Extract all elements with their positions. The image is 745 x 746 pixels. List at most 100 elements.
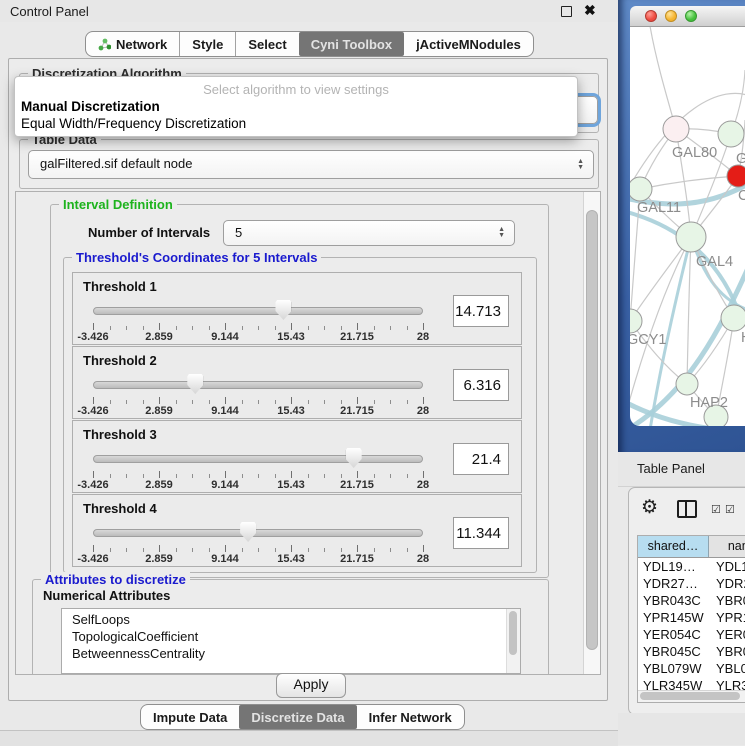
cell-name[interactable]: YBR0 xyxy=(709,592,745,609)
numerical-attributes-list[interactable]: SelfLoopsTopologicalCoefficientBetweenne… xyxy=(61,608,521,674)
table-hscrollbar-thumb[interactable] xyxy=(640,692,740,700)
zoom-traffic-light-icon[interactable] xyxy=(685,10,697,22)
algorithm-placeholder-item[interactable]: Select algorithm to view settings xyxy=(15,82,577,97)
cell-name[interactable]: YBL0 xyxy=(709,660,745,677)
table-row[interactable]: YBR045CYBR0 xyxy=(638,643,745,660)
threshold-value-field[interactable]: 14.713 xyxy=(453,295,509,327)
cell-name[interactable]: YER0 xyxy=(709,626,745,643)
threshold-label: Threshold 2 xyxy=(83,353,157,368)
network-window-titlebar[interactable] xyxy=(630,6,745,27)
slider-handle-icon[interactable] xyxy=(240,522,256,542)
attributes-list-scrollbar[interactable] xyxy=(506,609,520,673)
threshold-panel: Threshold 1 -3.4262.8599.14415.4321.7152… xyxy=(72,272,522,345)
slider-track[interactable] xyxy=(93,307,423,315)
tab-impute-data[interactable]: Impute Data xyxy=(141,705,239,729)
threshold-slider[interactable]: -3.4262.8599.14415.4321.71528 xyxy=(93,299,423,341)
table-row[interactable]: YDL19…YDL1 xyxy=(638,558,745,575)
network-edge[interactable] xyxy=(650,27,676,129)
threshold-slider[interactable]: -3.4262.8599.14415.4321.71528 xyxy=(93,373,423,415)
column-header-shared-name[interactable]: shared… xyxy=(638,536,709,557)
gear-icon[interactable]: ⚙ xyxy=(641,496,658,519)
checkbox-checked-icon[interactable]: ☑ xyxy=(711,503,722,516)
tick-label: -3.426 xyxy=(77,553,108,565)
slider-track[interactable] xyxy=(93,455,423,463)
cell-shared-name[interactable]: YER054C xyxy=(638,626,709,643)
cell-shared-name[interactable]: YBL079W xyxy=(638,660,709,677)
network-node-gal4[interactable] xyxy=(676,222,706,252)
network-edge[interactable] xyxy=(640,176,738,189)
table-data-combobox[interactable]: galFiltered.sif default node ▲▼ xyxy=(28,150,594,179)
table-hscrollbar[interactable] xyxy=(638,690,745,702)
tick-mark xyxy=(225,471,226,478)
network-edge[interactable] xyxy=(687,237,691,384)
threshold-slider[interactable]: -3.4262.8599.14415.4321.71528 xyxy=(93,521,423,563)
cell-shared-name[interactable]: YPR145W xyxy=(638,609,709,626)
table-row[interactable]: YER054CYER0 xyxy=(638,626,745,643)
threshold-sliders: Threshold 1 -3.4262.8599.14415.4321.7152… xyxy=(72,272,522,568)
cell-name[interactable]: YPR1 xyxy=(709,609,745,626)
float-window-icon[interactable] xyxy=(561,6,572,17)
num-intervals-spinner[interactable]: 5 ▲▼ xyxy=(223,220,515,246)
tab-network[interactable]: Network xyxy=(86,32,179,56)
combobox-stepper-icon: ▲▼ xyxy=(577,159,584,171)
threshold-value-field[interactable]: 11.344 xyxy=(453,517,509,549)
attributes-list-scrollbar-thumb[interactable] xyxy=(509,611,517,655)
tab-infer-network[interactable]: Infer Network xyxy=(357,705,464,729)
slider-handle-icon[interactable] xyxy=(187,374,203,394)
threshold-value-field[interactable]: 21.4 xyxy=(453,443,509,475)
network-canvas[interactable]: GAL80GACGAL11GAL4GCY1HHAP2 xyxy=(630,27,745,426)
tick-mark xyxy=(225,397,226,404)
slider-handle-icon[interactable] xyxy=(275,300,291,320)
slider-track[interactable] xyxy=(93,529,423,537)
attribute-list-item[interactable]: BetweennessCentrality xyxy=(72,645,520,662)
column-header-name[interactable]: name xyxy=(709,536,745,557)
tab-cyni-toolbox[interactable]: Cyni Toolbox xyxy=(299,32,404,56)
network-node-label: GA xyxy=(736,151,745,167)
settings-scrollbar[interactable] xyxy=(583,192,600,674)
settings-scrollbar-thumb[interactable] xyxy=(586,210,598,650)
algorithm-item-equal-width-frequency[interactable]: Equal Width/Frequency Discretization xyxy=(21,116,246,131)
network-node-gal11[interactable] xyxy=(630,177,652,201)
cell-shared-name[interactable]: YDL19… xyxy=(638,558,709,575)
cell-name[interactable]: YDL1 xyxy=(709,558,745,575)
tab-jactivemnodules[interactable]: jActiveMNodules xyxy=(404,32,533,56)
table-row[interactable]: YBL079WYBL0 xyxy=(638,660,745,677)
threshold-slider[interactable]: -3.4262.8599.14415.4321.71528 xyxy=(93,447,423,489)
tick-label: 21.715 xyxy=(340,331,374,343)
table-row[interactable]: YPR145WYPR1 xyxy=(638,609,745,626)
cell-name[interactable]: YBR0 xyxy=(709,643,745,660)
close-icon[interactable]: ✖ xyxy=(584,2,596,19)
table-row[interactable]: YBR043CYBR0 xyxy=(638,592,745,609)
cell-shared-name[interactable]: YBR043C xyxy=(638,592,709,609)
network-node-hap2[interactable] xyxy=(676,373,698,395)
apply-button[interactable]: Apply xyxy=(276,673,346,698)
attribute-list-item[interactable]: TopologicalCoefficient xyxy=(72,628,520,645)
control-panel-titlebar: Control Panel ✖ xyxy=(0,0,618,22)
table-row[interactable]: YDR27…YDR2 xyxy=(638,575,745,592)
tick-mark xyxy=(159,323,160,330)
minimize-traffic-light-icon[interactable] xyxy=(665,10,677,22)
tick-label: 9.144 xyxy=(211,553,239,565)
algorithm-item-manual-discretization[interactable]: Manual Discretization xyxy=(21,99,160,114)
checkbox-checked-icon[interactable]: ☑ xyxy=(725,503,736,516)
tab-discretize-data[interactable]: Discretize Data xyxy=(239,705,356,729)
table-data-group: Table Data galFiltered.sif default node … xyxy=(19,139,599,189)
network-node-pink[interactable] xyxy=(663,116,689,142)
network-node-gcy1[interactable] xyxy=(630,309,642,333)
cell-shared-name[interactable]: YBR045C xyxy=(638,643,709,660)
split-columns-icon[interactable] xyxy=(677,500,697,518)
attribute-list-item[interactable]: SelfLoops xyxy=(72,611,520,628)
tab-select[interactable]: Select xyxy=(235,32,298,56)
slider-track[interactable] xyxy=(93,381,423,389)
close-traffic-light-icon[interactable] xyxy=(645,10,657,22)
network-edge[interactable] xyxy=(630,321,687,384)
network-node-red[interactable] xyxy=(727,165,745,187)
cell-name[interactable]: YDR2 xyxy=(709,575,745,592)
threshold-value-field[interactable]: 6.316 xyxy=(453,369,509,401)
network-node-h[interactable] xyxy=(721,305,745,331)
cell-shared-name[interactable]: YDR27… xyxy=(638,575,709,592)
slider-handle-icon[interactable] xyxy=(346,448,362,468)
network-node-ne[interactable] xyxy=(718,121,744,147)
tab-style[interactable]: Style xyxy=(179,32,235,56)
tick-mark xyxy=(93,471,94,478)
